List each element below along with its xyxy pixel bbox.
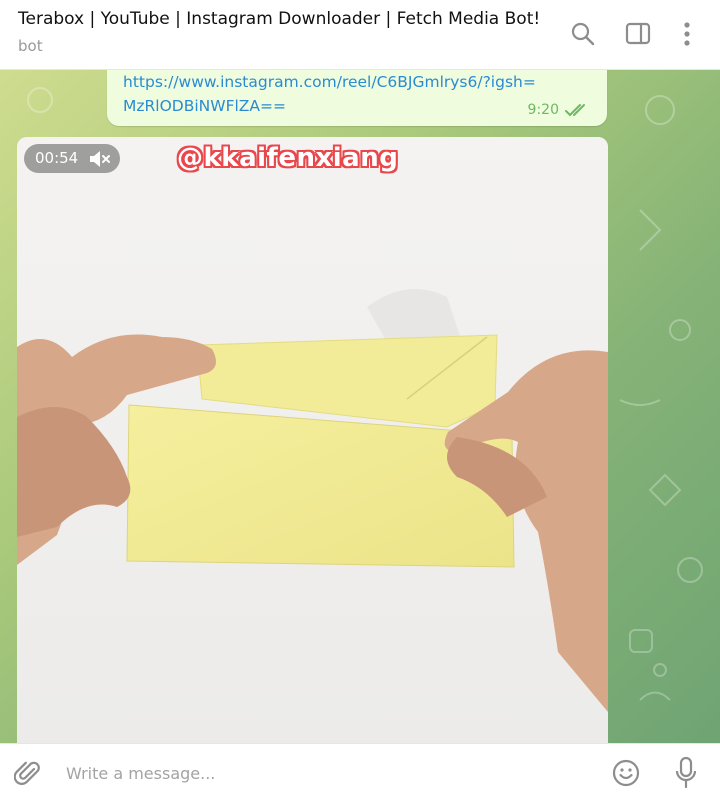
muted-speaker-icon[interactable] bbox=[88, 150, 112, 168]
sidebar-toggle-icon[interactable] bbox=[623, 19, 653, 49]
video-frame bbox=[17, 137, 608, 743]
chat-title[interactable]: Terabox | YouTube | Instagram Downloader… bbox=[18, 9, 540, 29]
message-bubble[interactable]: https://www.instagram.com/reel/C6BJGmlry… bbox=[107, 70, 607, 126]
microphone-icon[interactable] bbox=[674, 756, 698, 790]
video-message[interactable]: 00:54 @kkaifenxiang bbox=[17, 137, 608, 743]
message-link[interactable]: https://www.instagram.com/reel/C6BJGmlry… bbox=[123, 70, 543, 118]
read-ticks-icon bbox=[565, 104, 585, 117]
message-input[interactable] bbox=[66, 758, 586, 788]
more-vertical-icon[interactable] bbox=[672, 19, 702, 49]
chat-subtitle: bot bbox=[18, 37, 43, 55]
message-composer bbox=[0, 743, 720, 800]
chat-area[interactable]: https://www.instagram.com/reel/C6BJGmlry… bbox=[0, 70, 720, 743]
search-icon[interactable] bbox=[568, 19, 598, 49]
video-duration-pill[interactable]: 00:54 bbox=[24, 144, 120, 173]
emoji-icon[interactable] bbox=[611, 758, 641, 788]
chat-header: Terabox | YouTube | Instagram Downloader… bbox=[0, 0, 720, 70]
message-time: 9:20 bbox=[527, 102, 559, 118]
video-watermark: @kkaifenxiang bbox=[177, 143, 399, 173]
paperclip-icon[interactable] bbox=[14, 760, 42, 788]
video-duration: 00:54 bbox=[35, 149, 79, 167]
